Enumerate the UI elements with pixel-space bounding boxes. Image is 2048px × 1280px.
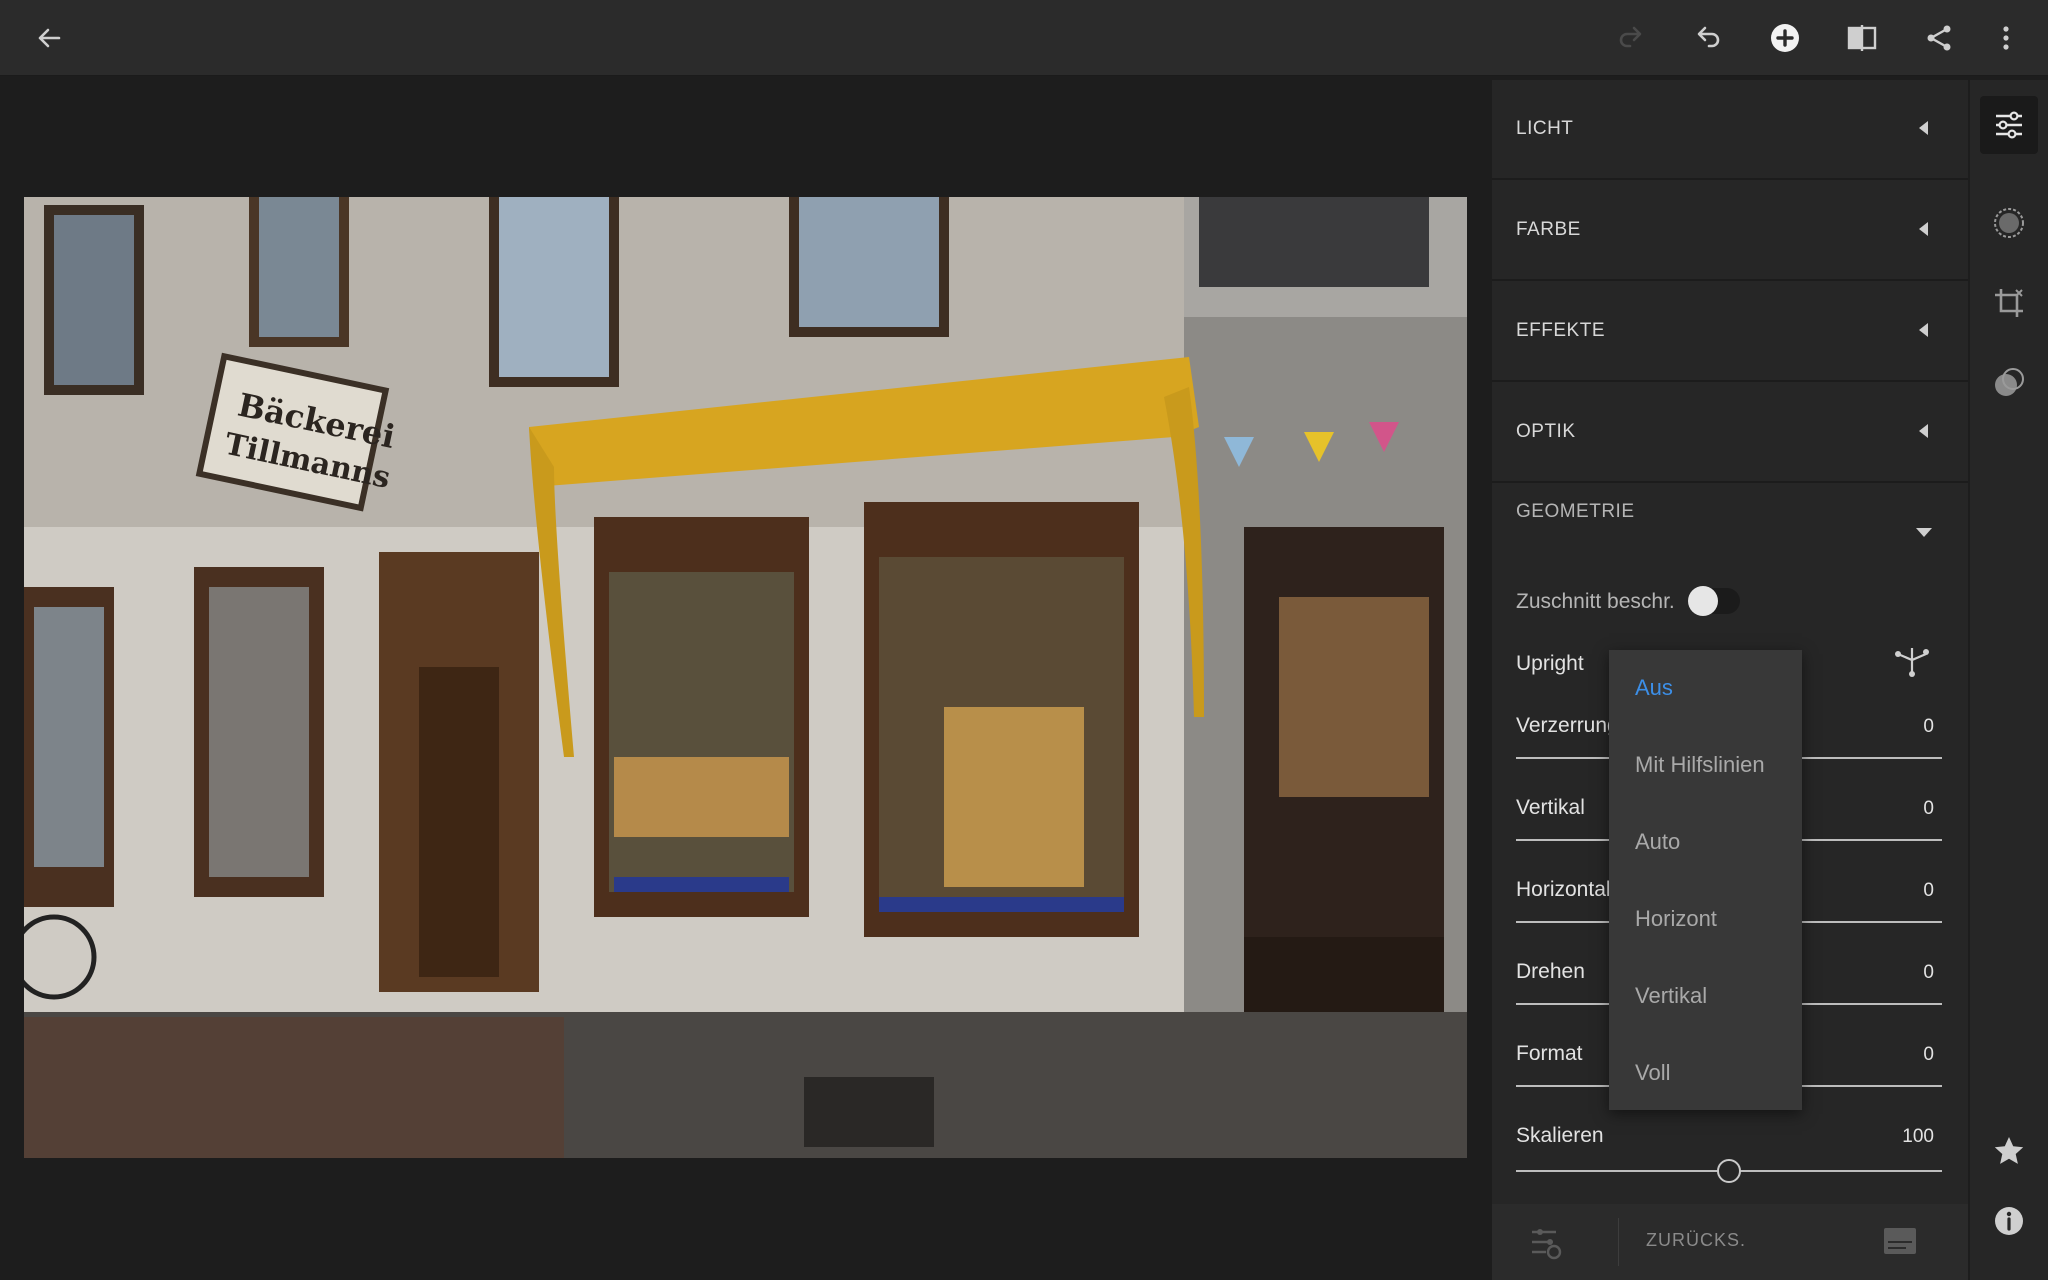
- caret-left-icon: [1919, 424, 1928, 438]
- upright-option-mit-hilfslinien[interactable]: Mit Hilfslinien: [1635, 752, 1765, 778]
- section-title: LICHT: [1516, 118, 1574, 139]
- slider-label-verzerrung: Verzerrung: [1516, 714, 1619, 737]
- redo-button[interactable]: [1609, 16, 1653, 60]
- toggle-knob: [1688, 586, 1718, 616]
- section-farbe[interactable]: FARBE: [1492, 181, 1968, 281]
- upright-option-aus[interactable]: Aus: [1635, 675, 1673, 701]
- more-vertical-icon: [2003, 26, 2009, 50]
- caret-down-icon[interactable]: [1916, 528, 1932, 537]
- upright-label: Upright: [1516, 652, 1584, 675]
- section-optik[interactable]: OPTIK: [1492, 383, 1968, 483]
- redo-icon: [1619, 26, 1642, 48]
- slider-value-vertikal: 0: [1923, 798, 1934, 819]
- photo-canvas[interactable]: Bäckerei Tillmanns: [0, 76, 1492, 1280]
- star-icon: [1994, 1137, 2024, 1164]
- undo-icon: [1697, 26, 1720, 48]
- slider-label-drehen: Drehen: [1516, 960, 1585, 983]
- panel-footer: ZURÜCKS.: [1492, 1204, 1968, 1280]
- rating-button[interactable]: [1980, 1122, 2038, 1180]
- section-geometrie[interactable]: GEOMETRIE: [1492, 484, 1968, 544]
- info-button[interactable]: [1980, 1192, 2038, 1250]
- preset-adjust-button[interactable]: [1526, 1222, 1566, 1262]
- selective-tool-button[interactable]: [1980, 194, 2038, 252]
- slider-value-horizontal: 0: [1923, 880, 1934, 901]
- upright-option-voll[interactable]: Voll: [1635, 1060, 1670, 1086]
- info-icon: [1995, 1207, 2023, 1235]
- crop-limit-toggle[interactable]: [1688, 586, 1740, 616]
- guided-upright-icon: [1895, 648, 1929, 677]
- section-title: OPTIK: [1516, 421, 1576, 442]
- healing-brush-icon: [1995, 368, 2024, 396]
- section-title: EFFEKTE: [1516, 320, 1606, 341]
- caret-left-icon: [1919, 121, 1928, 135]
- section-title: GEOMETRIE: [1516, 501, 1635, 522]
- slider-thumb[interactable]: [1717, 1159, 1741, 1183]
- healing-tool-button[interactable]: [1980, 354, 2038, 412]
- more-button[interactable]: [1984, 16, 2028, 60]
- storefront-photo[interactable]: Bäckerei Tillmanns: [24, 197, 1467, 1158]
- arrow-left-icon: [38, 28, 61, 48]
- share-icon: [1927, 25, 1951, 51]
- slider-label-format: Format: [1516, 1042, 1583, 1065]
- slider-label-skalieren: Skalieren: [1516, 1124, 1604, 1147]
- crop-tool-button[interactable]: [1980, 274, 2038, 332]
- slider-value-format: 0: [1923, 1044, 1934, 1065]
- top-toolbar: [0, 0, 2048, 76]
- upright-option-horizont[interactable]: Horizont: [1635, 906, 1717, 932]
- caret-left-icon: [1919, 222, 1928, 236]
- storefront-image: Bäckerei Tillmanns: [24, 197, 1467, 1158]
- upright-option-auto[interactable]: Auto: [1635, 829, 1680, 855]
- plus-circle-icon: [1771, 24, 1799, 52]
- sliders-icon: [1996, 111, 2022, 139]
- sliders-reset-icon: [1532, 1229, 1562, 1260]
- caret-left-icon: [1919, 323, 1928, 337]
- undo-button[interactable]: [1686, 16, 1730, 60]
- compare-split-icon: [1847, 25, 1877, 51]
- section-effekte[interactable]: EFFEKTE: [1492, 282, 1968, 382]
- upright-guides-button[interactable]: [1892, 640, 1932, 680]
- slider-label-horizontal: Horizontal: [1516, 878, 1611, 901]
- compare-button[interactable]: [1840, 16, 1884, 60]
- upright-menu: Aus Mit Hilfslinien Auto Horizont Vertik…: [1609, 650, 1802, 1110]
- crop-limit-label: Zuschnitt beschr.: [1516, 590, 1675, 613]
- before-after-icon: [1884, 1228, 1916, 1254]
- crop-icon: [1995, 289, 2023, 317]
- tool-rail: [1970, 80, 2048, 1280]
- before-after-button[interactable]: [1880, 1224, 1920, 1260]
- slider-value-drehen: 0: [1923, 962, 1934, 983]
- selective-brush-icon: [1994, 208, 2024, 238]
- slider-value-skalieren: 100: [1902, 1126, 1934, 1147]
- section-licht[interactable]: LICHT: [1492, 80, 1968, 180]
- section-title: FARBE: [1516, 219, 1581, 240]
- slider-value-verzerrung: 0: [1923, 716, 1934, 737]
- reset-button[interactable]: ZURÜCKS.: [1646, 1230, 1746, 1251]
- share-button[interactable]: [1917, 16, 1961, 60]
- add-button[interactable]: [1763, 16, 1807, 60]
- footer-divider: [1618, 1218, 1619, 1266]
- slider-label-vertikal: Vertikal: [1516, 796, 1585, 819]
- edit-tool-button[interactable]: [1980, 96, 2038, 154]
- back-button[interactable]: [27, 16, 71, 60]
- upright-option-vertikal[interactable]: Vertikal: [1635, 983, 1707, 1009]
